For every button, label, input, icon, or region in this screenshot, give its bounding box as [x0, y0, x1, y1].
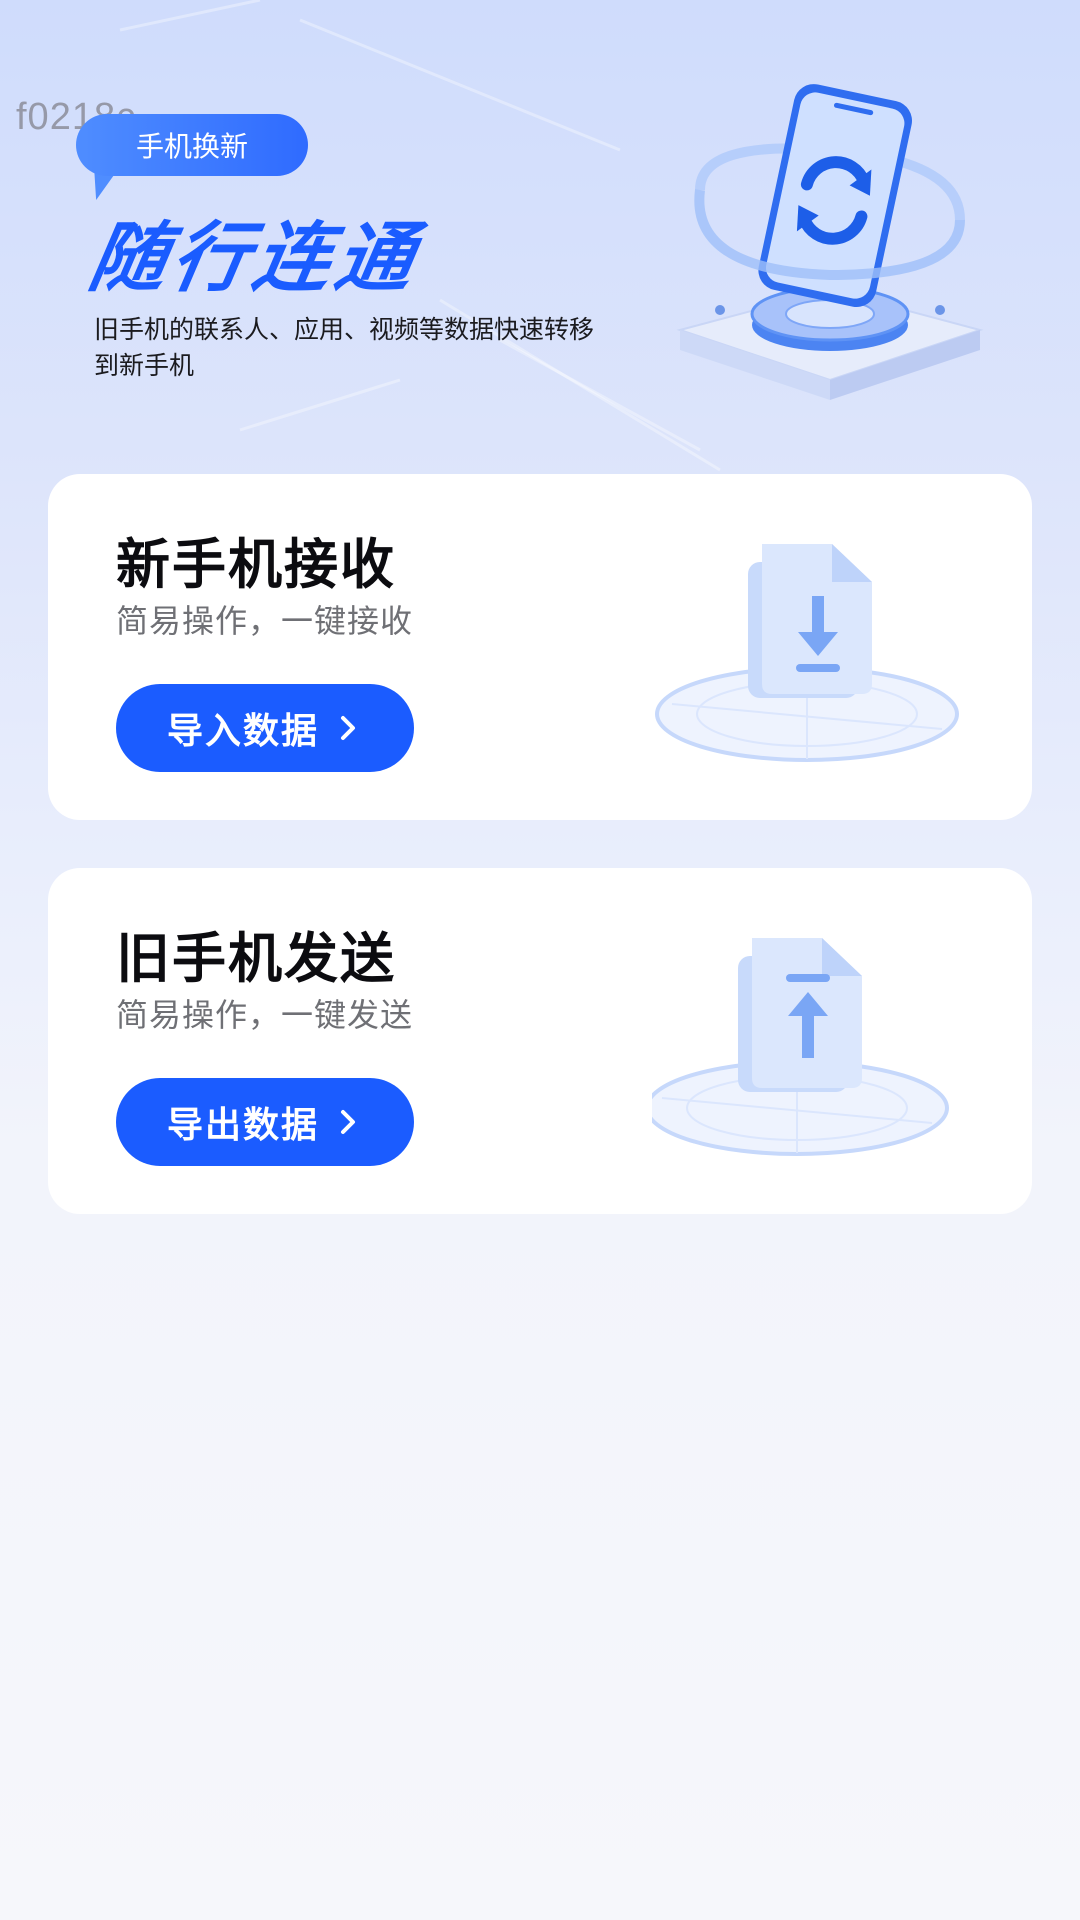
hero-description: 旧手机的联系人、应用、视频等数据快速转移到新手机 [94, 315, 595, 380]
send-card-title: 旧手机发送 [116, 927, 396, 990]
hero-badge: 手机换新 [76, 114, 308, 176]
import-data-button[interactable]: 导入数据 [116, 684, 414, 772]
file-upload-icon [652, 938, 949, 1156]
import-data-label: 导入数据 [166, 711, 319, 752]
export-data-label: 导出数据 [166, 1105, 319, 1146]
receive-card-title: 新手机接收 [116, 533, 396, 596]
send-card-subtitle: 简易操作，一键发送 [116, 996, 414, 1034]
chevron-right-icon [341, 716, 355, 740]
phone-sync-icon [676, 84, 984, 400]
chevron-right-icon [341, 1110, 355, 1134]
receive-card-subtitle: 简易操作，一键接收 [116, 602, 414, 640]
send-card[interactable]: 旧手机发送 简易操作，一键发送 导出数据 [48, 868, 1032, 1214]
file-download-icon [655, 544, 959, 762]
receive-card[interactable]: 新手机接收 简易操作，一键接收 导入数据 [48, 474, 1032, 820]
export-data-button[interactable]: 导出数据 [116, 1078, 414, 1166]
hero-title: 随行连通 [83, 213, 427, 302]
